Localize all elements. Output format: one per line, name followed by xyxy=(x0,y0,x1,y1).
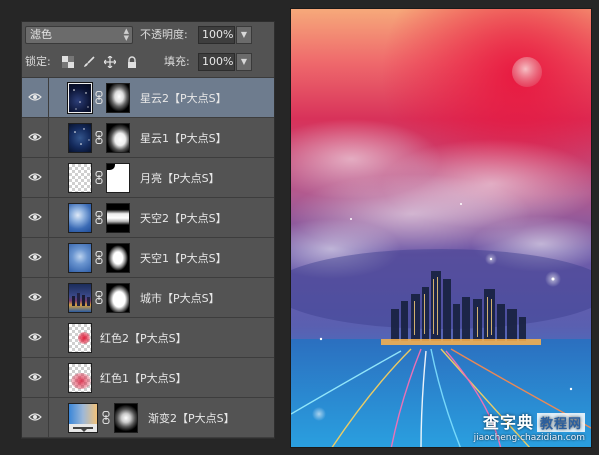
layer-mask-thumbnail[interactable] xyxy=(106,203,130,233)
layer-thumbnail[interactable] xyxy=(68,363,92,393)
layer-mask-thumbnail[interactable] xyxy=(106,163,130,193)
visibility-eye-icon[interactable] xyxy=(28,291,42,303)
layer-mask-thumbnail[interactable] xyxy=(106,243,130,273)
visibility-eye-icon[interactable] xyxy=(28,91,42,103)
layer-thumbnail[interactable] xyxy=(68,243,92,273)
layer-row-city[interactable]: 城市【P大点S】 xyxy=(22,278,274,318)
lock-label: 锁定: xyxy=(25,55,51,68)
layer-name[interactable]: 红色2【P大点S】 xyxy=(100,330,187,346)
visibility-eye-icon[interactable] xyxy=(28,171,42,183)
row-divider xyxy=(48,118,49,157)
layer-row-red-2[interactable]: 红色2【P大点S】 xyxy=(22,318,274,358)
layer-list: 星云2【P大点S】 星云1【P大点S】 月亮【P大点S】 天空2【P大点S】 天… xyxy=(22,78,274,438)
layer-mask-thumbnail[interactable] xyxy=(106,83,130,113)
layer-options-bar: 滤色 ▲ ▼ 不透明度: 100% ▼ 锁定: 填充: 100% ▼ xyxy=(22,22,274,78)
watermark: 查字典 教程网 jiaocheng.chazidian.com xyxy=(474,409,585,443)
layer-name[interactable]: 月亮【P大点S】 xyxy=(140,170,220,186)
layer-name[interactable]: 星云2【P大点S】 xyxy=(140,90,227,106)
layer-name[interactable]: 天空1【P大点S】 xyxy=(140,250,227,266)
watermark-tag: 教程网 xyxy=(536,413,585,432)
layer-name[interactable]: 红色1【P大点S】 xyxy=(100,370,187,386)
opacity-input[interactable]: 100% xyxy=(198,26,235,44)
select-arrows-icon: ▲ ▼ xyxy=(123,27,129,42)
layer-thumbnail[interactable] xyxy=(68,323,92,353)
gradient-fill-thumbnail[interactable] xyxy=(68,403,98,433)
watermark-brand: 查字典 xyxy=(482,413,534,432)
layer-row-gradient-2[interactable]: 渐变2【P大点S】 xyxy=(22,398,274,438)
lock-all-icon[interactable] xyxy=(126,56,138,68)
layer-thumbnail[interactable] xyxy=(67,82,93,114)
mask-link-icon[interactable] xyxy=(95,91,103,104)
visibility-eye-icon[interactable] xyxy=(28,251,42,263)
opacity-dropdown-button[interactable]: ▼ xyxy=(236,26,252,44)
layers-panel: 滤色 ▲ ▼ 不透明度: 100% ▼ 锁定: 填充: 100% ▼ 星云2【P… xyxy=(21,21,275,439)
artwork-image xyxy=(291,9,591,447)
layer-name[interactable]: 渐变2【P大点S】 xyxy=(148,410,235,426)
lock-position-icon[interactable] xyxy=(103,55,117,69)
layer-row-red-1[interactable]: 红色1【P大点S】 xyxy=(22,358,274,398)
row-divider xyxy=(48,198,49,237)
lock-paint-icon[interactable] xyxy=(83,56,95,68)
document-canvas[interactable]: 查字典 教程网 jiaocheng.chazidian.com xyxy=(290,8,592,448)
mask-link-icon[interactable] xyxy=(102,411,110,424)
layer-thumbnail[interactable] xyxy=(68,123,92,153)
mask-link-icon[interactable] xyxy=(95,131,103,144)
row-divider xyxy=(48,398,49,437)
layer-thumbnail[interactable] xyxy=(68,203,92,233)
mask-link-icon[interactable] xyxy=(95,211,103,224)
watermark-url: jiaocheng.chazidian.com xyxy=(473,433,585,443)
mask-link-icon[interactable] xyxy=(95,171,103,184)
row-divider xyxy=(48,358,49,397)
layer-row-nebula-2[interactable]: 星云2【P大点S】 xyxy=(22,78,274,118)
row-divider xyxy=(48,158,49,197)
layer-mask-thumbnail[interactable] xyxy=(106,283,130,313)
layer-row-sky-1[interactable]: 天空1【P大点S】 xyxy=(22,238,274,278)
layer-row-nebula-1[interactable]: 星云1【P大点S】 xyxy=(22,118,274,158)
layer-name[interactable]: 城市【P大点S】 xyxy=(140,290,220,306)
layer-mask-thumbnail[interactable] xyxy=(106,123,130,153)
visibility-eye-icon[interactable] xyxy=(28,331,42,343)
layer-row-sky-2[interactable]: 天空2【P大点S】 xyxy=(22,198,274,238)
layer-row-moon[interactable]: 月亮【P大点S】 xyxy=(22,158,274,198)
row-divider xyxy=(48,78,49,117)
fill-label: 填充: xyxy=(164,55,190,68)
visibility-eye-icon[interactable] xyxy=(28,411,42,423)
layer-name[interactable]: 天空2【P大点S】 xyxy=(140,210,227,226)
opacity-label: 不透明度: xyxy=(140,28,188,41)
mask-link-icon[interactable] xyxy=(95,291,103,304)
mask-link-icon[interactable] xyxy=(95,251,103,264)
blend-mode-value: 滤色 xyxy=(30,28,52,41)
row-divider xyxy=(48,278,49,317)
layer-thumbnail[interactable] xyxy=(68,283,92,313)
row-divider xyxy=(48,318,49,357)
visibility-eye-icon[interactable] xyxy=(28,131,42,143)
visibility-eye-icon[interactable] xyxy=(28,211,42,223)
fill-input[interactable]: 100% xyxy=(198,53,235,71)
layer-name[interactable]: 星云1【P大点S】 xyxy=(140,130,227,146)
row-divider xyxy=(48,238,49,277)
layer-mask-thumbnail[interactable] xyxy=(114,403,138,433)
visibility-eye-icon[interactable] xyxy=(28,371,42,383)
layer-thumbnail[interactable] xyxy=(68,163,92,193)
fill-dropdown-button[interactable]: ▼ xyxy=(236,53,252,71)
lock-transparent-icon[interactable] xyxy=(62,56,74,68)
blend-mode-select[interactable]: 滤色 ▲ ▼ xyxy=(25,26,133,44)
